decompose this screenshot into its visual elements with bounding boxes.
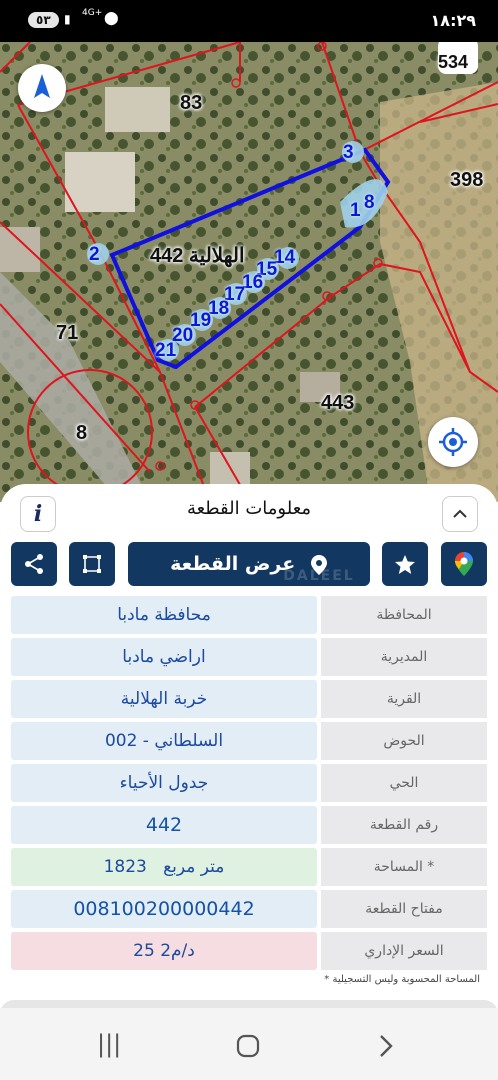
favorite-button[interactable] (382, 542, 428, 586)
compass-button[interactable] (18, 64, 66, 112)
area-value: متر مربع 1823 (11, 848, 317, 886)
polygon-icon (83, 555, 101, 573)
collapse-button[interactable] (442, 496, 478, 532)
parcel-label: 8 (76, 422, 88, 444)
share-button[interactable] (11, 542, 57, 586)
vertex-number: 8 (364, 192, 375, 213)
vertex-number: 21 (155, 340, 177, 361)
plot-details-table: محافظة مادبا المحافظة اراضي مادبا المدير… (11, 596, 487, 974)
neighborhood-label: الحي (321, 764, 487, 802)
parcel-label: 83 (180, 92, 203, 114)
share-icon (25, 554, 43, 574)
village-label: القرية (321, 680, 487, 718)
table-row: 25 د/م2 السعر الإداري (11, 932, 487, 970)
selected-parcel-label: الهلالية 442 (150, 245, 245, 267)
plot-number-label: رقم القطعة (321, 806, 487, 844)
clock: ١٨:٢٩ (430, 11, 476, 30)
area-number: 1823 (103, 857, 147, 877)
network-indicator: 4G+ (82, 8, 103, 18)
location-icon: ⬤ (104, 11, 119, 26)
system-nav-bar: ||| (0, 1008, 498, 1080)
table-row: اراضي مادبا المديرية (11, 638, 487, 676)
governorate-label: المحافظة (321, 596, 487, 634)
basin-label: الحوض (321, 722, 487, 760)
table-row: خربة الهلالية القرية (11, 680, 487, 718)
admin-price-label: السعر الإداري (321, 932, 487, 970)
show-plot-button[interactable]: DALEEL AQAR عرض القطعة (128, 542, 370, 628)
chevron-up-icon (453, 509, 467, 518)
google-maps-button[interactable] (441, 542, 487, 586)
area-unit: متر مربع (163, 857, 225, 877)
admin-price-value: 25 د/م2 (11, 932, 317, 970)
notification-badge: ٥٣ (28, 12, 59, 28)
area-footnote: * المساحة المحسوبة وليس التسجيلية (324, 974, 480, 985)
vertex-number: 2 (89, 244, 100, 265)
vertex-number: 18 (208, 298, 230, 319)
crosshair-icon (439, 428, 467, 456)
panel-title: معلومات القطعة (186, 498, 312, 519)
table-row: جدول الأحياء الحي (11, 764, 487, 802)
parcel-label: 443 (321, 392, 355, 414)
plot-info-panel: i معلومات القطعة DALEEL AQAR عرض القطعة (0, 484, 498, 1080)
star-icon (395, 555, 415, 574)
polygon-button[interactable] (69, 542, 115, 586)
neighborhood-value: جدول الأحياء (11, 764, 317, 802)
basin-value: السلطاني - 002 (11, 722, 317, 760)
compass-icon (34, 74, 50, 98)
table-row: السلطاني - 002 الحوض (11, 722, 487, 760)
plot-number-value: 442 (11, 806, 317, 844)
recent-apps-icon[interactable]: ||| (97, 1030, 121, 1058)
directorate-label: المديرية (321, 638, 487, 676)
back-icon[interactable] (378, 1034, 394, 1064)
directorate-value: اراضي مادبا (11, 638, 317, 676)
vertex-number: 1 (350, 200, 361, 221)
parcel-label: 398 (450, 169, 484, 191)
parcel-label: 534 (438, 52, 469, 72)
area-label: المساحة * (321, 848, 487, 886)
home-icon[interactable] (236, 1034, 260, 1064)
table-row: متر مربع 1823 المساحة * (11, 848, 487, 886)
table-row: 008100200000442 مفتاح القطعة (11, 890, 487, 928)
signal-icon: ▮ (64, 12, 71, 26)
parcel-label: 71 (56, 322, 79, 344)
my-location-button[interactable] (428, 417, 478, 467)
table-row: محافظة مادبا المحافظة (11, 596, 487, 634)
plot-key-label: مفتاح القطعة (321, 890, 487, 928)
action-toolbar: DALEEL AQAR عرض القطعة (0, 542, 498, 628)
plot-key-value: 008100200000442 (11, 890, 317, 928)
vertex-number: 19 (190, 310, 212, 331)
google-maps-icon (455, 552, 473, 576)
village-value: خربة الهلالية (11, 680, 317, 718)
map-view[interactable]: 83 398 71 443 8 534 الهلالية 442 3 1 8 2… (0, 42, 498, 502)
governorate-value: محافظة مادبا (11, 596, 317, 634)
vertex-number: 3 (343, 142, 354, 163)
vertex-number: 16 (242, 272, 264, 293)
vertex-number: 14 (274, 247, 296, 268)
status-bar: ٥٣ ▮ 4G+ ⬤ ١٨:٢٩ (0, 0, 498, 42)
table-row: 442 رقم القطعة (11, 806, 487, 844)
